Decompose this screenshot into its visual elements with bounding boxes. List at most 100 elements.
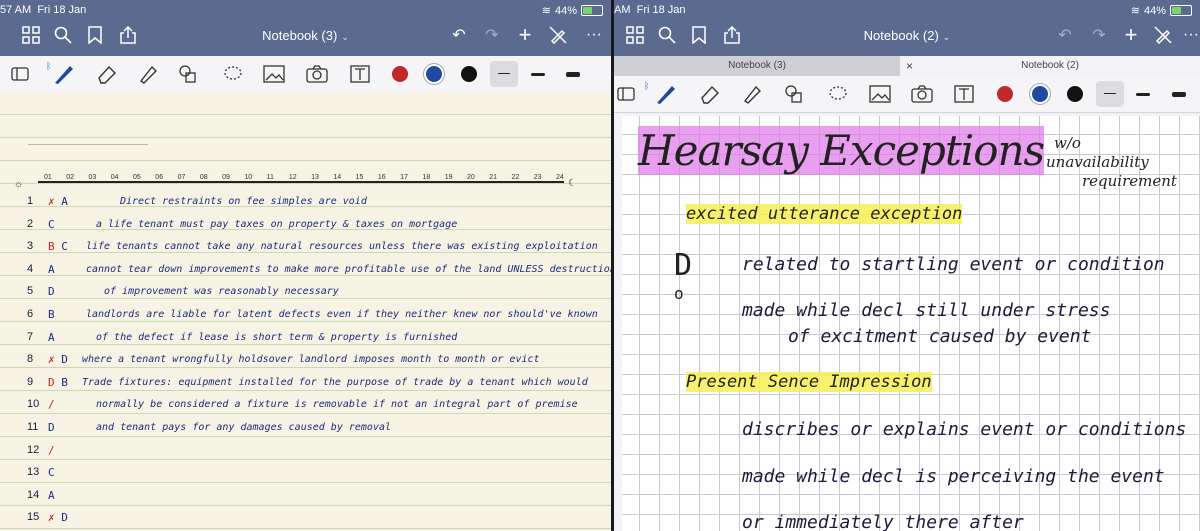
no-pen-icon[interactable]	[1152, 24, 1174, 46]
note-line: life tenants cannot take any natural res…	[86, 241, 598, 253]
correction-mark: /	[48, 443, 55, 457]
answer-letter: C	[48, 217, 55, 231]
row-number: 14	[27, 488, 40, 501]
eraser-icon[interactable]	[698, 83, 722, 105]
thickness-medium[interactable]	[531, 73, 545, 76]
answer-letter: D	[48, 285, 55, 299]
row-answer: /	[48, 444, 55, 457]
bullet2-line3: or immediately there after	[742, 512, 1024, 531]
ruler-tick-label: 08	[199, 174, 208, 181]
row-number: 10	[27, 398, 40, 411]
ruler-tick-label: 21	[489, 174, 497, 181]
text-tool-icon[interactable]	[348, 63, 372, 85]
thickness-thick[interactable]	[566, 72, 580, 77]
color-blue-swatch[interactable]	[1032, 86, 1048, 102]
ruler-tick-label: 07	[177, 174, 186, 181]
row-answer: ✗ D	[48, 511, 68, 524]
more-icon[interactable]: ···	[583, 24, 605, 46]
right-status-time: AM Fri 18 Jan	[614, 4, 686, 16]
bullet1-line1: related to startling event or condition	[742, 254, 1165, 275]
thickness-medium[interactable]	[1136, 93, 1150, 96]
row-number: 7	[27, 330, 34, 343]
color-black-swatch[interactable]	[1067, 86, 1083, 102]
color-red-swatch[interactable]	[997, 86, 1013, 102]
pen-tool-icon[interactable]	[52, 63, 76, 85]
color-blue-swatch[interactable]	[426, 66, 442, 82]
eraser-icon[interactable]	[95, 63, 119, 85]
camera-icon[interactable]	[910, 83, 934, 105]
row-number: 4	[27, 262, 34, 275]
correction-mark: ✗	[48, 353, 55, 367]
image-icon[interactable]	[262, 63, 286, 85]
lasso-icon[interactable]	[826, 83, 850, 105]
highlighter-icon[interactable]	[740, 83, 764, 105]
wifi-icon: ≋	[541, 5, 551, 17]
correction-mark: /	[48, 398, 55, 412]
ruler-tick-label: 05	[133, 174, 141, 181]
row-answer: B	[48, 308, 55, 321]
document-tab-bar: Notebook (3) × Notebook (2)	[614, 56, 1200, 76]
row-number: 2	[27, 217, 34, 230]
close-tab-icon[interactable]: ×	[906, 56, 913, 76]
ruler-tick-label: 01	[44, 174, 52, 181]
right-notebook-page[interactable]: Hearsay Exceptions w/o unavailability re…	[622, 116, 1200, 531]
correction-mark: D	[48, 375, 55, 389]
ruler-tick-label: 14	[333, 174, 342, 181]
note-line: of improvement was reasonably necessary	[104, 286, 339, 298]
tab-notebook-3[interactable]: Notebook (3)	[614, 56, 900, 76]
answer-letter: B	[48, 308, 55, 321]
ruler-tick-label: 24	[556, 174, 564, 181]
page-heading: Hearsay Exceptions	[638, 126, 1045, 175]
left-tool-row: ᛒ	[0, 56, 611, 93]
correction-mark: ✗	[48, 195, 55, 208]
ruler-tick-label: 16	[377, 174, 386, 181]
lasso-icon[interactable]	[221, 63, 245, 85]
note-line: Direct restraints on fee simples are voi…	[120, 196, 367, 207]
row-answer: B C	[48, 240, 68, 253]
page-margin-line	[28, 144, 148, 145]
color-black-swatch[interactable]	[461, 66, 477, 82]
ruler-tick-label: 06	[155, 174, 164, 181]
row-number: 1	[27, 195, 34, 207]
shapes-icon[interactable]	[176, 63, 200, 85]
row-number: 8	[27, 353, 34, 366]
row-answer: /	[48, 398, 55, 411]
redo-icon[interactable]: ↷	[481, 24, 503, 46]
ruler-tick-label: 19	[444, 174, 453, 181]
tab-notebook-2[interactable]: × Notebook (2)	[900, 56, 1200, 76]
sun-icon: ☼	[14, 179, 24, 190]
answer-letter: B	[61, 375, 68, 389]
text-tool-icon[interactable]	[952, 83, 976, 105]
note-line: cannot tear down improvements to make mo…	[86, 263, 611, 275]
row-answer: C	[48, 218, 55, 231]
no-pen-icon[interactable]	[547, 24, 569, 46]
left-split-pane: 57 AM Fri 18 Jan ≋ 44% Notebook (3) ⌄ ↶ ↷…	[0, 0, 611, 531]
pen-tool-icon[interactable]	[654, 83, 678, 105]
undo-icon[interactable]: ↶	[1054, 24, 1076, 46]
read-mode-icon[interactable]	[614, 83, 638, 105]
row-number: 12	[27, 443, 40, 456]
row-answer: A	[48, 263, 55, 276]
row-answer: D	[48, 285, 55, 298]
color-red-swatch[interactable]	[392, 66, 408, 82]
read-mode-icon[interactable]	[8, 63, 32, 85]
more-icon[interactable]: ···	[1180, 24, 1200, 46]
highlighter-icon[interactable]	[136, 63, 160, 85]
right-status-indicators: ≋ 44%	[1131, 4, 1192, 17]
row-answer: D	[48, 421, 55, 434]
thickness-thick[interactable]	[1172, 92, 1186, 97]
add-icon[interactable]: +	[514, 22, 536, 47]
thickness-thin-selected[interactable]	[490, 61, 518, 87]
ruler-tick-label: 04	[110, 174, 119, 181]
thickness-thin-selected[interactable]	[1096, 81, 1124, 107]
ruler-tick-label: 13	[311, 174, 319, 181]
shapes-icon[interactable]	[782, 83, 806, 105]
section-excited-utterance: excited utterance exception	[686, 204, 963, 224]
redo-icon[interactable]: ↷	[1088, 24, 1110, 46]
image-icon[interactable]	[868, 83, 892, 105]
undo-icon[interactable]: ↶	[448, 24, 470, 46]
ruler-tick-label: 20	[466, 174, 475, 181]
add-icon[interactable]: +	[1120, 22, 1142, 47]
camera-icon[interactable]	[305, 63, 329, 85]
right-notebook-title[interactable]: Notebook (2) ⌄	[614, 28, 1200, 43]
